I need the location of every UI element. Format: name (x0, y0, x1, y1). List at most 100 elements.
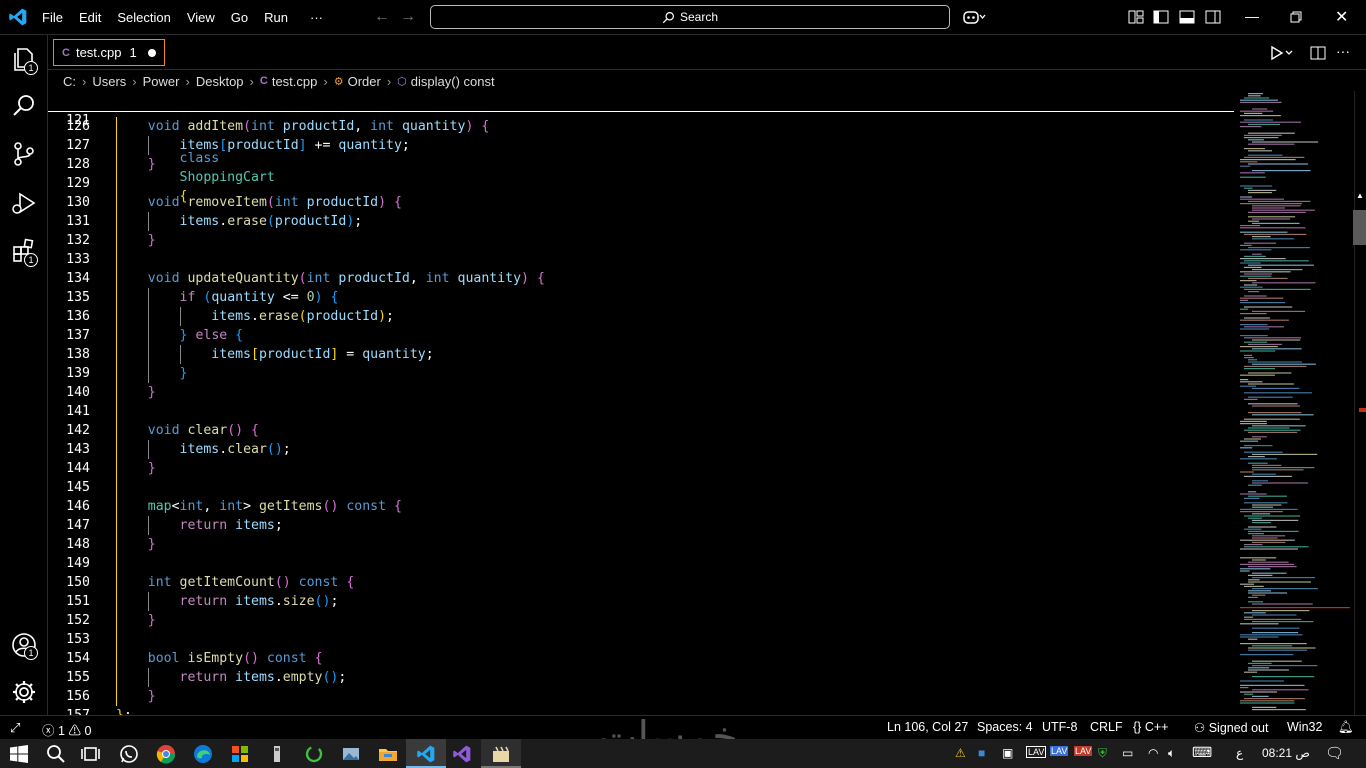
code-line[interactable]: 143 items.clear(); (48, 440, 1234, 459)
visual-studio-icon[interactable] (452, 744, 472, 764)
code-line[interactable]: 145 (48, 478, 1234, 497)
command-center-search[interactable]: Search (430, 5, 950, 29)
code-line[interactable]: 149 (48, 554, 1234, 573)
menu-selection[interactable]: Selection (109, 10, 178, 25)
tray-lav-icon[interactable]: LAV (1026, 746, 1047, 758)
usb-drive-icon[interactable] (267, 744, 287, 764)
manage-gear-icon[interactable] (10, 678, 38, 706)
menu-more[interactable]: ··· (296, 10, 331, 25)
code-line[interactable]: 135 if (quantity <= 0) { (48, 288, 1234, 307)
source-control-icon[interactable] (10, 140, 38, 168)
tray-network-folder-icon[interactable]: ▣ (1002, 746, 1013, 760)
run-debug-icon[interactable] (10, 189, 38, 217)
menu-run[interactable]: Run (256, 10, 296, 25)
vscode-taskbar-icon[interactable] (416, 744, 436, 764)
tray-lav-audio-icon[interactable]: LAV (1074, 746, 1093, 756)
customize-layout-icon[interactable] (1128, 9, 1144, 25)
menu-edit[interactable]: Edit (71, 10, 109, 25)
tray-warning-icon[interactable]: ⚠ (955, 746, 966, 760)
system-clock[interactable]: 08:21 ص (1262, 746, 1310, 760)
account-status[interactable]: ⚇ Signed out (1194, 720, 1268, 735)
code-line[interactable]: 133 (48, 250, 1234, 269)
code-line[interactable]: 153 (48, 630, 1234, 649)
breadcrumb-class[interactable]: Order (348, 74, 381, 89)
store-icon[interactable] (230, 744, 250, 764)
close-icon[interactable]: ✕ (1335, 7, 1348, 27)
cursor-position[interactable]: Ln 106, Col 27 (887, 720, 968, 734)
menu-view[interactable]: View (179, 10, 223, 25)
breadcrumb-desktop[interactable]: Desktop (196, 74, 244, 89)
code-line[interactable]: 132 } (48, 231, 1234, 250)
sticky-scroll-header[interactable]: 121 class ShoppingCart { (48, 91, 1234, 204)
code-line[interactable]: 136 items.erase(productId); (48, 307, 1234, 326)
tray-lav-video-icon[interactable]: LAV (1050, 746, 1069, 756)
tray-display-icon[interactable]: ▭ (1122, 746, 1133, 760)
chrome-icon[interactable] (156, 744, 176, 764)
wifi-icon[interactable]: ◠ (1148, 746, 1158, 760)
windows-start-icon[interactable] (10, 745, 28, 763)
notification-center-icon[interactable]: 🗨︎ (1325, 744, 1344, 762)
code-line[interactable]: 154 bool isEmpty() const { (48, 649, 1234, 668)
search-view-icon[interactable] (10, 92, 38, 120)
forward-arrow-icon[interactable]: → (400, 8, 416, 26)
code-line[interactable]: 139 } (48, 364, 1234, 383)
scrollbar-thumb[interactable] (1353, 210, 1366, 245)
tray-shield-icon[interactable]: ⛨ (1098, 746, 1107, 761)
line-ending[interactable]: CRLF (1090, 720, 1123, 734)
back-arrow-icon[interactable]: ← (374, 8, 390, 26)
minimize-icon[interactable]: — (1245, 8, 1259, 24)
code-line[interactable]: 150 int getItemCount() const { (48, 573, 1234, 592)
more-actions-icon[interactable]: ··· (1336, 43, 1350, 59)
scroll-up-icon[interactable]: ▲ (1356, 192, 1364, 200)
tray-app-icon[interactable]: ■ (978, 746, 985, 760)
task-view-icon[interactable] (80, 744, 100, 764)
edge-icon[interactable] (193, 744, 213, 764)
remote-icon[interactable]: ⤢ (10, 720, 20, 736)
code-line[interactable]: 134 void updateQuantity(int productId, i… (48, 269, 1234, 288)
whatsapp-icon[interactable] (119, 744, 139, 764)
language-mode[interactable]: {} C++ (1133, 720, 1168, 734)
minimap[interactable] (1236, 91, 1354, 715)
refresh-app-icon[interactable] (304, 744, 324, 764)
platform[interactable]: Win32 (1287, 720, 1322, 734)
volume-icon[interactable]: 🔈︎ (1168, 746, 1175, 761)
code-line[interactable]: 138 items[productId] = quantity; (48, 345, 1234, 364)
code-editor[interactable]: 121 class ShoppingCart { 126 void addIte… (48, 91, 1234, 715)
code-line[interactable]: 156 } (48, 687, 1234, 706)
taskbar-search-icon[interactable] (46, 744, 66, 764)
vertical-scrollbar[interactable] (1354, 91, 1366, 715)
code-line[interactable]: 137 } else { (48, 326, 1234, 345)
run-code-icon[interactable] (1269, 45, 1295, 61)
photos-app-icon[interactable] (341, 744, 361, 764)
code-line[interactable]: 141 (48, 402, 1234, 421)
problems-indicator[interactable]: ⓧ 1 ⚠ 0 (42, 720, 91, 739)
breadcrumb-users[interactable]: Users (92, 74, 126, 89)
code-line[interactable]: 147 return items; (48, 516, 1234, 535)
toggle-primary-sidebar-icon[interactable] (1153, 9, 1169, 25)
breadcrumb-power[interactable]: Power (143, 74, 180, 89)
code-line[interactable]: 146 map<int, int> getItems() const { (48, 497, 1234, 516)
restore-icon[interactable] (1290, 11, 1302, 23)
code-line[interactable]: 151 return items.size(); (48, 592, 1234, 611)
breadcrumb-method[interactable]: display() const (411, 74, 495, 89)
code-line[interactable]: 144 } (48, 459, 1234, 478)
file-explorer-icon[interactable] (378, 744, 398, 764)
breadcrumb-file[interactable]: test.cpp (272, 74, 318, 89)
menu-file[interactable]: File (34, 10, 71, 25)
split-editor-icon[interactable] (1310, 45, 1326, 61)
copilot-icon[interactable] (962, 9, 986, 25)
tab-test-cpp[interactable]: C test.cpp 1 (53, 39, 165, 66)
code-line[interactable]: 155 return items.empty(); (48, 668, 1234, 687)
indentation[interactable]: Spaces: 4 (977, 720, 1033, 734)
unsaved-dot-icon[interactable] (148, 48, 156, 57)
input-language[interactable]: ع (1236, 746, 1243, 760)
breadcrumb-drive[interactable]: C: (63, 74, 76, 89)
notifications-bell-icon[interactable]: 🔔︎ (1338, 720, 1354, 735)
code-line[interactable]: 152 } (48, 611, 1234, 630)
code-line[interactable]: 148 } (48, 535, 1234, 554)
toggle-secondary-sidebar-icon[interactable] (1205, 9, 1221, 25)
clapper-app-icon[interactable] (491, 744, 511, 764)
keyboard-icon[interactable]: ⌨ (1192, 744, 1212, 761)
toggle-panel-icon[interactable] (1179, 9, 1195, 25)
menu-go[interactable]: Go (223, 10, 256, 25)
